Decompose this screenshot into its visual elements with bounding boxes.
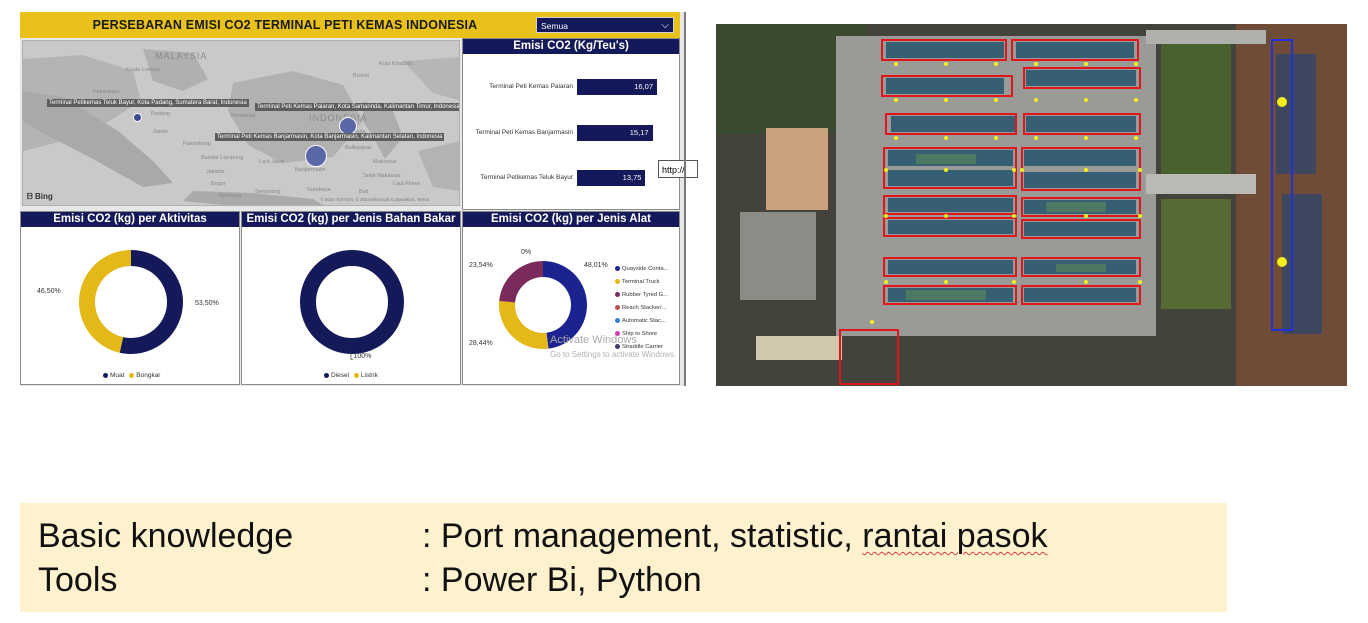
map-city-label: Banjarmasin	[295, 167, 326, 173]
bar-label: Terminal Peti Kemas Banjarmasin	[475, 129, 573, 136]
dashboard-title: PERSEBARAN EMISI CO2 TERMINAL PETI KEMAS…	[92, 18, 478, 32]
map-city-label: Kota Kinabalu	[379, 61, 414, 67]
map-copyright: © 2024 TomTom, © 2024 Microsoft Corporat…	[320, 197, 429, 202]
fuel-donut-chart[interactable]	[300, 250, 404, 354]
legend-dot	[324, 372, 329, 378]
activate-windows-watermark: Activate Windows	[550, 334, 637, 346]
panel-title: Emisi CO2 (Kg/Teu's)	[463, 39, 679, 54]
legend-item[interactable]: Bongkar	[136, 372, 160, 379]
panel-title: Emisi CO2 (kg) per Aktivitas	[21, 212, 239, 227]
spellcheck-underlined-text: rantai pasok	[862, 517, 1048, 555]
map-city-label: Laut Jawa	[259, 159, 285, 165]
map-city-label: Bali	[359, 189, 369, 195]
tools-label: Tools	[38, 561, 118, 599]
data-label: 0%	[521, 249, 532, 256]
panel-title: Emisi CO2 (kg) per Jenis Alat	[463, 212, 679, 227]
bing-logo: ᗷ Bing	[27, 192, 53, 201]
donut-slice-rubber-tyred-g[interactable]	[499, 261, 543, 303]
data-label: 28,44%	[469, 340, 493, 347]
legend-item[interactable]: Muat	[110, 372, 124, 379]
window-divider	[684, 12, 686, 386]
legend-dot	[129, 372, 135, 378]
donut-slice-terminal-truck[interactable]	[499, 300, 549, 349]
map-country-label: INDONESIA	[309, 113, 368, 123]
legend-dot	[353, 372, 359, 378]
chart-legend: Muat Bongkar	[103, 372, 160, 379]
bar-label: Terminal Petikemas Teluk Bayur	[480, 174, 573, 181]
terminal-bubble-banjarmasin[interactable]	[305, 145, 327, 167]
map-city-label: Bandung	[219, 193, 242, 199]
bar[interactable]: 16,07	[577, 79, 657, 95]
panel-title: Emisi CO2 (kg) per Jenis Bahan Bakar	[242, 212, 460, 227]
dashboard-title-bar: PERSEBARAN EMISI CO2 TERMINAL PETI KEMAS…	[20, 12, 680, 38]
terminal-bubble-teluk-bayur[interactable]	[133, 113, 142, 122]
tools-value: : Power Bi, Python	[422, 561, 702, 599]
bar[interactable]: 13,75	[577, 170, 646, 186]
data-label: 48,01%	[584, 262, 608, 269]
powerbi-dashboard: PERSEBARAN EMISI CO2 TERMINAL PETI KEMAS…	[20, 12, 698, 386]
map-city-label: Laut Flores	[393, 181, 421, 187]
map-city-label: Jakarta	[206, 169, 225, 175]
chart-legend: Diesel Listrik	[324, 372, 378, 379]
legend-item[interactable]: Listrik	[361, 372, 378, 379]
map-city-label: Bogor	[211, 181, 226, 187]
bar[interactable]: 15,17	[577, 125, 653, 141]
emission-by-activity-panel: Emisi CO2 (kg) per Aktivitas 46,50% 53,5…	[20, 211, 240, 385]
map-callout-palaran: Terminal Peti Kemas Palaran, Kota Samari…	[255, 103, 460, 111]
chevron-down-icon: ⌵	[661, 20, 669, 31]
url-tooltip: http://	[658, 160, 698, 178]
legend-item[interactable]: Rubber Tyred G...	[615, 289, 668, 302]
data-label: 53,50%	[195, 300, 219, 307]
map-city-label: Semarang	[255, 189, 281, 195]
donut-slice-diesel[interactable]	[300, 250, 404, 354]
legend-item[interactable]: Terminal Truck	[615, 276, 668, 289]
region-slicer-dropdown[interactable]: Semua ⌵	[536, 17, 674, 33]
container-yard-detection	[716, 24, 1347, 386]
map-city-label: Brunei	[353, 73, 369, 79]
map-city-label: Makassar	[373, 159, 397, 165]
basic-knowledge-label: Basic knowledge	[38, 517, 294, 555]
basic-knowledge-value: : Port management, statistic, rantai pas…	[422, 517, 1048, 555]
activity-donut-chart[interactable]	[79, 250, 183, 354]
data-label: 23,54%	[469, 262, 493, 269]
map-callout-teluk-bayur: Terminal Petikemas Teluk Bayur, Kota Pad…	[47, 99, 249, 107]
map-city-label: Jambi	[153, 129, 168, 135]
map-city-label: Selat Makassar	[363, 173, 401, 179]
port-aerial-image	[716, 24, 1347, 386]
terminal-map[interactable]: MALAYSIA INDONESIA Kuala Lumpur Pekanbar…	[22, 40, 460, 206]
legend-item[interactable]: Reach Stacker/...	[615, 302, 668, 315]
legend-dot	[103, 372, 108, 378]
activate-windows-subtext: Go to Settings to activate Windows.	[550, 350, 677, 359]
data-label: 46,50%	[37, 288, 61, 295]
legend-item[interactable]: Automatic Stac...	[615, 315, 668, 328]
data-label: ⎣100%	[350, 353, 372, 360]
legend-item[interactable]: Diesel	[331, 372, 349, 379]
map-city-label: Palembang	[183, 141, 211, 147]
map-city-label: Kuala Lumpur	[126, 67, 161, 73]
map-city-label: Pekanbaru	[93, 89, 120, 95]
map-city-label: Surabaya	[307, 187, 331, 193]
emission-per-teu-panel: Emisi CO2 (Kg/Teu's) Terminal Peti Kemas…	[462, 38, 680, 210]
map-city-label: Bandar Lampung	[201, 155, 244, 161]
emission-by-fuel-panel: Emisi CO2 (kg) per Jenis Bahan Bakar ⎣10…	[241, 211, 461, 385]
skills-info-box: Basic knowledge : Port management, stati…	[20, 503, 1227, 612]
map-callout-banjarmasin: Terminal Peti Kemas Banjarmasin, Kota Ba…	[215, 133, 445, 141]
map-city-label: Balikpapan	[345, 145, 373, 151]
map-country-label: MALAYSIA	[155, 51, 208, 61]
legend-item[interactable]: Quayside Conta...	[615, 263, 668, 276]
bar-label: Terminal Peti Kemas Palaran	[489, 83, 573, 90]
map-city-label: Pontianak	[231, 113, 256, 119]
map-city-label: Padang	[151, 111, 170, 117]
slicer-value: Semua	[541, 21, 568, 31]
